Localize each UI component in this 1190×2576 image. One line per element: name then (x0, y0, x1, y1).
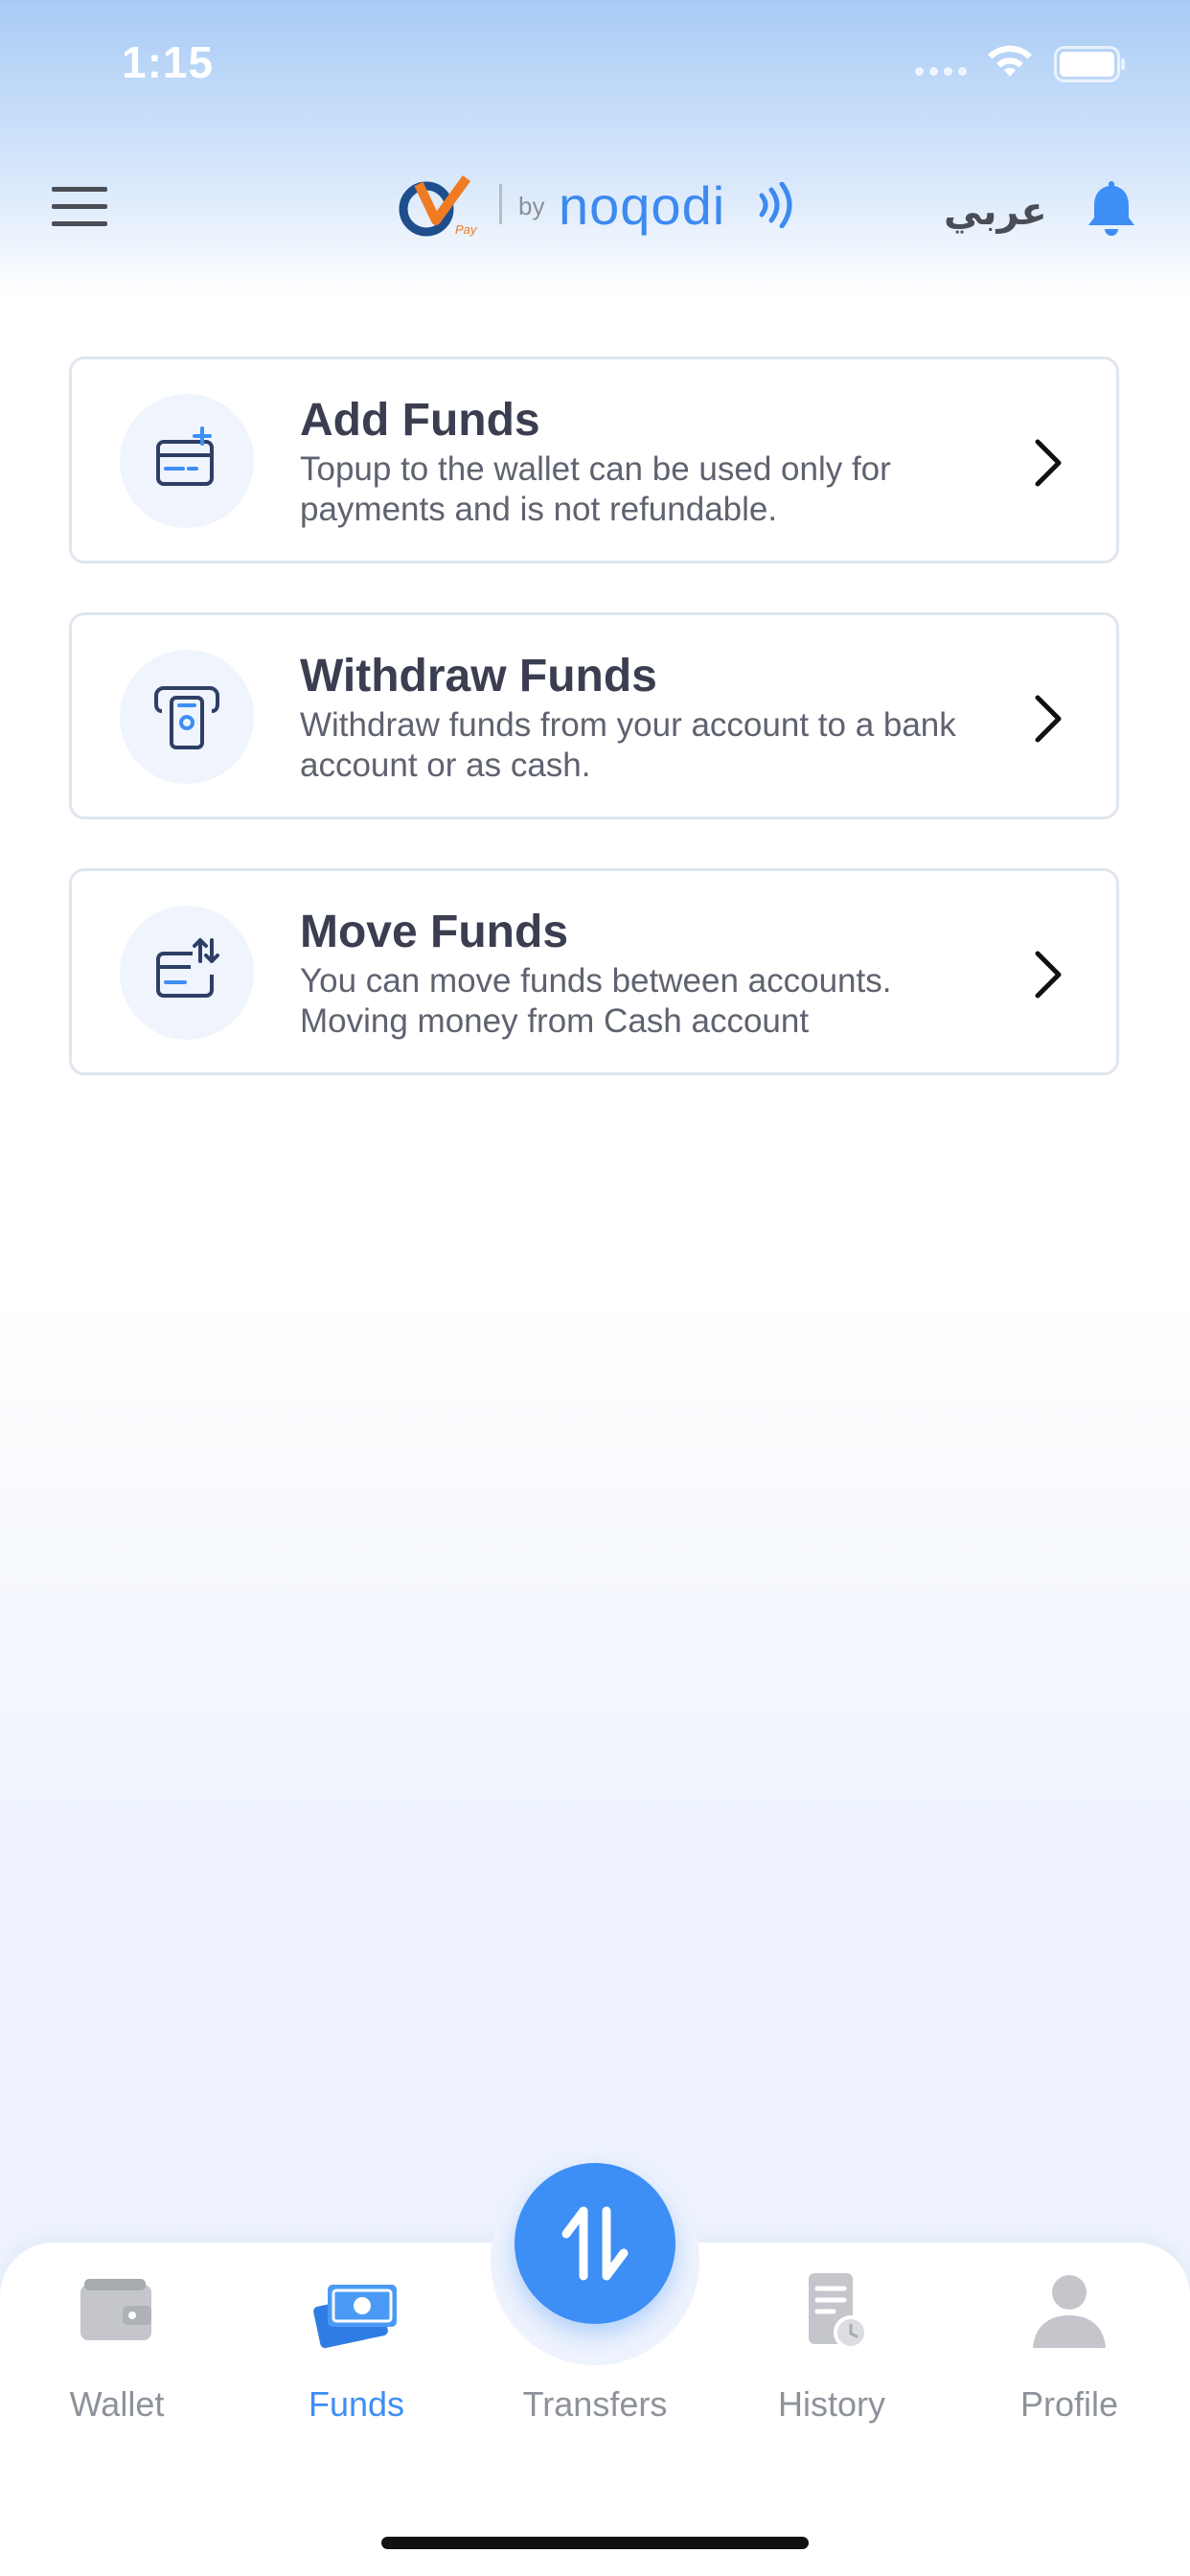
card-title: Add Funds (300, 395, 540, 446)
card-icon-container (120, 906, 254, 1040)
move-funds-card[interactable]: Move Funds You can move funds between ac… (69, 868, 1119, 1075)
language-toggle-link[interactable]: عربي (944, 190, 1047, 234)
bell-icon[interactable] (1083, 177, 1140, 239)
card-transfer-icon (156, 938, 219, 998)
card-description: Withdraw funds from your account to a ba… (300, 706, 956, 784)
tab-label: Funds (308, 2384, 405, 2424)
gvpay-logo-icon: Pay (399, 175, 478, 237)
withdraw-funds-card[interactable]: Withdraw Funds Withdraw funds from your … (69, 612, 1119, 819)
status-time: 1:15 (122, 37, 215, 87)
chevron-right-icon (1035, 695, 1062, 743)
app-logo: Pay by noqodi (398, 174, 800, 242)
tab-profile[interactable]: Profile (964, 2271, 1175, 2444)
status-bar: 1:15 (0, 0, 1190, 125)
tab-transfers[interactable]: Transfers (490, 2271, 700, 2444)
logo-brand-text: noqodi (559, 175, 726, 236)
card-title: Move Funds (300, 907, 569, 957)
chevron-right-icon (1035, 439, 1062, 487)
cash-icon (313, 2285, 397, 2349)
card-icon-container (120, 650, 254, 784)
tab-history[interactable]: History (726, 2271, 937, 2444)
tab-label: Profile (1019, 2384, 1119, 2424)
add-funds-card[interactable]: Add Funds Topup to the wallet can be use… (69, 356, 1119, 564)
tab-label: Transfers (522, 2384, 668, 2424)
app-header: Pay by noqodi عربي (0, 144, 1190, 268)
history-document-icon (809, 2273, 868, 2350)
card-icon-container (120, 394, 254, 528)
signal-dots-icon (915, 67, 967, 76)
logo-divider (499, 184, 502, 224)
wifi-icon (988, 45, 1032, 77)
tab-wallet[interactable]: Wallet (11, 2271, 222, 2444)
logo-by-text: by (518, 192, 545, 220)
card-title: Withdraw Funds (300, 651, 657, 702)
atm-cash-icon (154, 686, 219, 749)
logo-mark-text: Pay (455, 222, 478, 237)
wallet-icon (80, 2279, 151, 2340)
profile-person-icon (1033, 2275, 1106, 2348)
hamburger-menu-icon[interactable] (52, 187, 107, 227)
tab-label: History (777, 2384, 885, 2424)
card-description: You can move funds between accounts. Mov… (300, 962, 892, 1040)
tab-label: Wallet (69, 2384, 165, 2424)
card-description: Topup to the wallet can be used only for… (300, 450, 891, 528)
chevron-right-icon (1035, 951, 1062, 999)
logo-waves-icon (759, 182, 792, 228)
card-plus-icon (156, 426, 214, 486)
battery-icon (1054, 46, 1125, 82)
tab-funds[interactable]: Funds (251, 2271, 462, 2444)
home-indicator (381, 2537, 809, 2549)
